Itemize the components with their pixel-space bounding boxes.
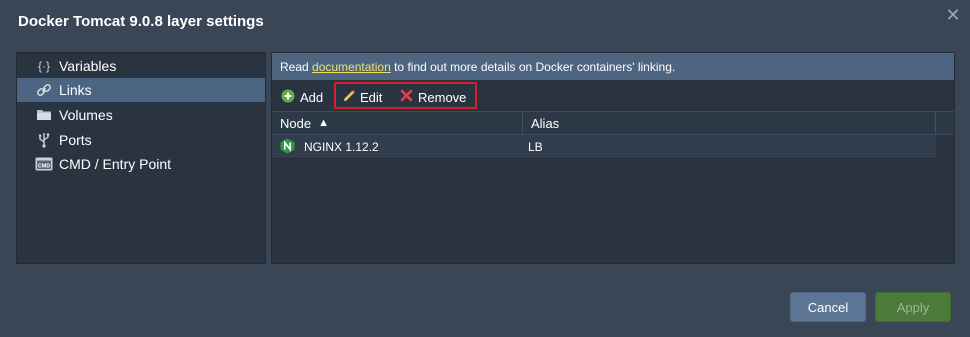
links-toolbar: Add Edit Remove [272,81,954,111]
sidebar-item-volumes[interactable]: Volumes [17,103,265,127]
usb-port-icon [31,132,57,148]
node-name: NGINX 1.12.2 [304,140,379,154]
column-header-alias[interactable]: Alias [523,112,935,134]
remove-label: Remove [418,89,467,105]
apply-button[interactable]: Apply [875,292,951,322]
settings-sidebar: {·} Variables Links Volumes Ports CMD CM… [16,52,266,264]
remove-x-icon [400,89,413,105]
sidebar-item-label: Variables [59,58,117,74]
links-panel: Read documentation to find out more deta… [271,52,955,264]
svg-text:CMD: CMD [38,163,51,169]
sidebar-item-cmd-entry-point[interactable]: CMD CMD / Entry Point [17,152,265,176]
info-text-suffix: to find out more details on Docker conta… [390,59,676,74]
column-header-node[interactable]: Node ▲ [272,112,522,134]
layer-settings-dialog: Docker Tomcat 9.0.8 layer settings ✕ {·}… [0,0,970,337]
alias-cell: LB [528,140,543,154]
pencil-icon [342,89,356,106]
add-icon [281,89,295,106]
cancel-button[interactable]: Cancel [790,292,866,322]
table-row[interactable]: NGINX 1.12.2 LB [272,135,936,159]
info-text-prefix: Read [280,59,313,74]
sort-ascending-icon: ▲ [318,117,329,129]
sidebar-item-links[interactable]: Links [17,78,265,102]
variables-braces-icon: {·} [37,59,50,73]
sidebar-item-label: Links [59,82,92,98]
sidebar-item-label: CMD / Entry Point [59,156,172,172]
cmd-icon: CMD [31,157,57,171]
node-cell: NGINX 1.12.2 [280,135,379,159]
info-bar: Read documentation to find out more deta… [272,53,954,80]
remove-button[interactable]: Remove [400,89,466,105]
sidebar-item-label: Volumes [59,107,113,123]
nginx-icon [280,138,295,157]
sidebar-item-variables[interactable]: {·} Variables [17,54,265,78]
edit-label: Edit [360,90,383,105]
column-header-label: Alias [531,115,560,131]
link-icon [31,82,57,98]
close-icon[interactable]: ✕ [944,6,962,24]
documentation-link[interactable]: documentation [312,60,391,74]
column-header-label: Node [280,115,312,131]
sidebar-item-ports[interactable]: Ports [17,128,265,152]
edit-button[interactable]: Edit [342,89,382,106]
dialog-title: Docker Tomcat 9.0.8 layer settings [18,13,264,30]
column-divider [935,112,936,134]
grid-header: Node ▲ Alias [272,111,954,135]
add-label: Add [300,90,324,105]
folder-icon [31,108,57,122]
sidebar-item-label: Ports [59,132,92,148]
add-button[interactable]: Add [281,89,323,106]
